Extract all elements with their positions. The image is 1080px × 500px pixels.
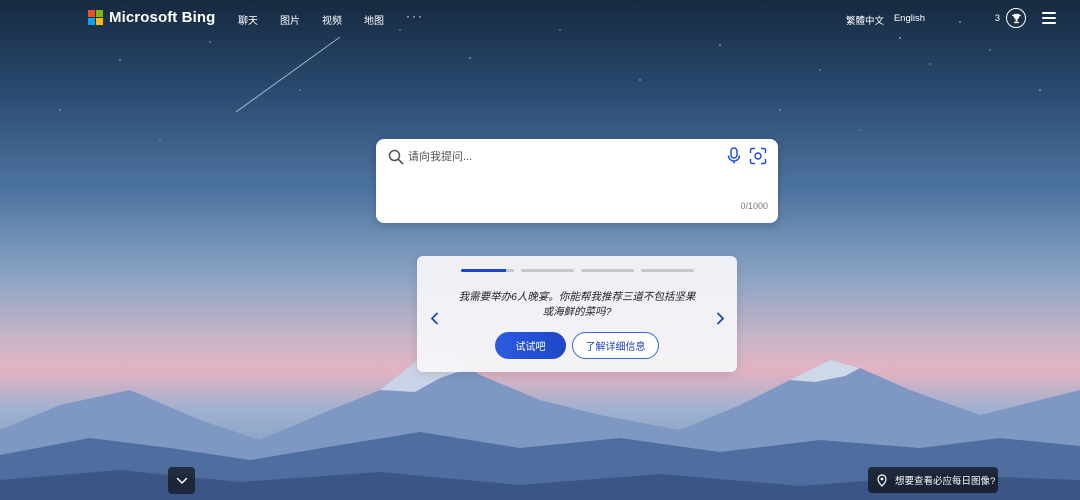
carousel-dot-3[interactable]: [581, 269, 634, 272]
daily-image-info-text: 想要查看必应每日图像?: [895, 476, 996, 487]
search-input[interactable]: [408, 147, 708, 167]
suggestion-prompt: 我需要举办6人晚宴。你能帮我推荐三道不包括坚果或海鲜的菜吗?: [458, 291, 696, 318]
carousel-indicators: [461, 269, 694, 272]
try-it-button[interactable]: 试试吧: [495, 332, 566, 359]
daily-image-info-button[interactable]: 想要查看必应每日图像?: [868, 467, 998, 493]
carousel-prev-button[interactable]: [427, 311, 441, 325]
visual-search-icon[interactable]: [749, 147, 767, 170]
hamburger-menu-icon[interactable]: [1042, 12, 1056, 24]
learn-more-button[interactable]: 了解详细信息: [572, 332, 659, 359]
carousel-dot-1[interactable]: [461, 269, 514, 272]
carousel-next-button[interactable]: [713, 311, 727, 325]
scroll-down-button[interactable]: [168, 467, 195, 494]
carousel-dot-2[interactable]: [521, 269, 574, 272]
carousel-dot-4[interactable]: [641, 269, 694, 272]
search-box: 0/1000: [376, 139, 778, 223]
rewards-points[interactable]: 3: [995, 13, 1000, 24]
language-english[interactable]: English: [894, 13, 925, 24]
location-pin-icon: [877, 473, 887, 487]
search-icon: [388, 149, 404, 170]
chevron-down-icon: [176, 477, 187, 484]
header-actions: 繁體中文 English 3: [0, 8, 1080, 28]
character-counter: 0/1000: [740, 201, 768, 211]
language-traditional-chinese[interactable]: 繁體中文: [846, 13, 884, 27]
chevron-right-icon: [716, 312, 724, 324]
trophy-icon[interactable]: [1006, 8, 1026, 28]
top-bar: Microsoft Bing 聊天 图片 视频 地图 ··· 繁體中文 Engl…: [0, 0, 1080, 36]
suggestion-card: 我需要举办6人晚宴。你能帮我推荐三道不包括坚果或海鲜的菜吗? 试试吧 了解详细信…: [417, 256, 737, 372]
chevron-left-icon: [430, 312, 438, 324]
microphone-icon[interactable]: [726, 147, 742, 170]
